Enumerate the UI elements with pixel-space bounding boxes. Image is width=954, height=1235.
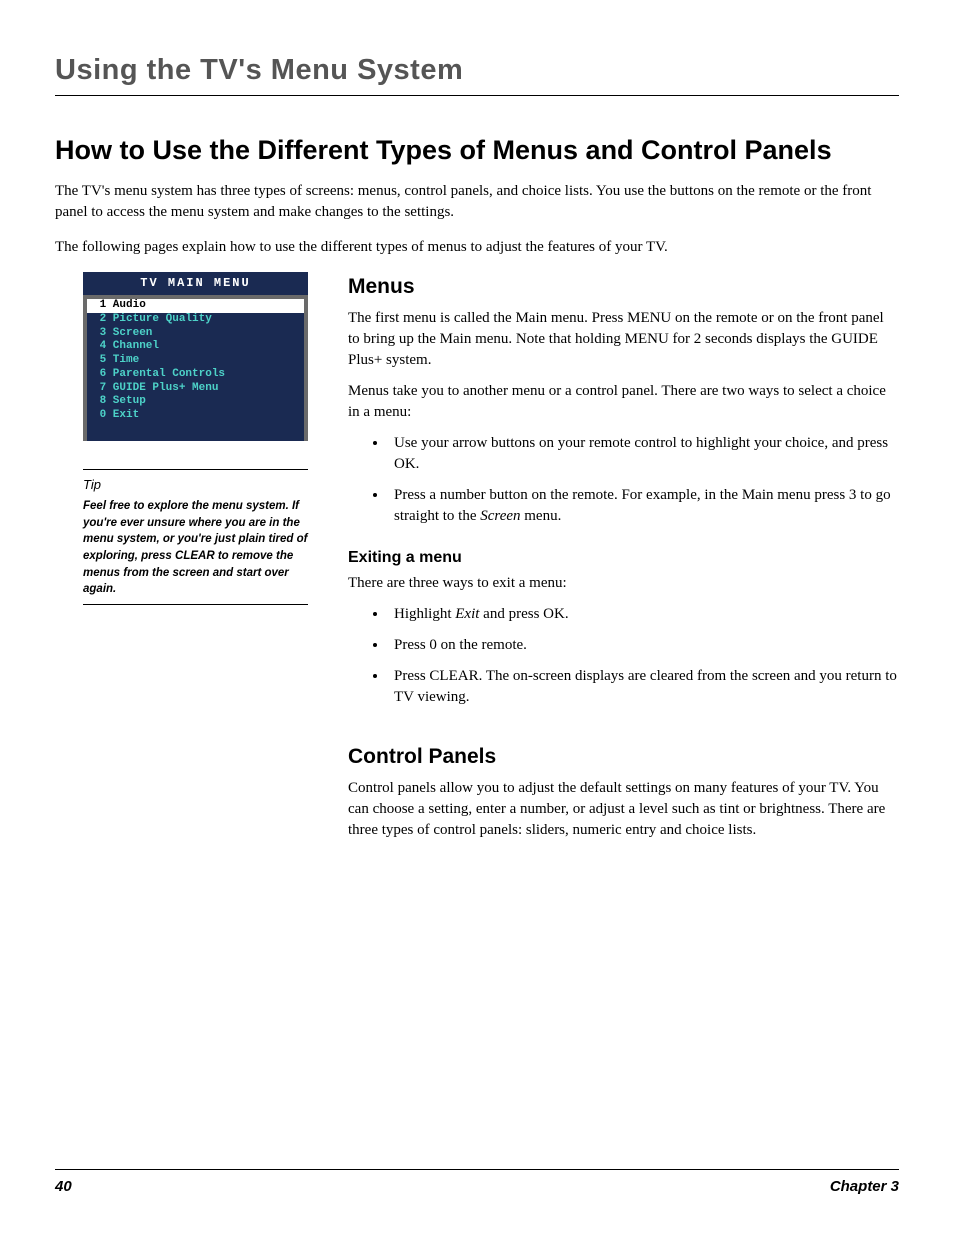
menus-bullet-2: Press a number button on the remote. For… — [388, 485, 899, 527]
em-text: Screen — [480, 508, 520, 524]
menus-bullet-1: Use your arrow buttons on your remote co… — [388, 433, 899, 475]
exiting-bullet-3: Press CLEAR. The on-screen displays are … — [388, 666, 899, 708]
text: and press OK. — [479, 606, 568, 622]
tv-menu-item: 4 Channel — [87, 340, 304, 354]
text: menu. — [521, 508, 562, 524]
text: Press a number button on the remote. For… — [394, 487, 891, 524]
tv-menu-item: 6 Parental Controls — [87, 368, 304, 382]
page-footer: 40 Chapter 3 — [55, 1169, 899, 1197]
horizontal-rule — [55, 95, 899, 96]
chapter-title: Using the TV's Menu System — [55, 50, 899, 91]
tv-menu-item: 2 Picture Quality — [87, 313, 304, 327]
tv-menu-item: 3 Screen — [87, 327, 304, 341]
intro-paragraph-2: The following pages explain how to use t… — [55, 237, 899, 258]
exiting-bullet-list: Highlight Exit and press OK. Press 0 on … — [348, 604, 899, 708]
tv-menu-title: TV MAIN MENU — [83, 272, 308, 295]
intro-paragraph-1: The TV's menu system has three types of … — [55, 181, 899, 223]
control-panels-heading: Control Panels — [348, 742, 899, 771]
exiting-bullet-2: Press 0 on the remote. — [388, 635, 899, 656]
menus-paragraph-2: Menus take you to another menu or a cont… — [348, 381, 899, 423]
tv-menu-item: 8 Setup — [87, 395, 304, 409]
control-panels-paragraph: Control panels allow you to adjust the d… — [348, 778, 899, 841]
tv-menu-body: 1 Audio 2 Picture Quality 3 Screen 4 Cha… — [87, 299, 304, 441]
tip-box: Tip Feel free to explore the menu system… — [83, 469, 308, 605]
text: Highlight — [394, 606, 455, 622]
intro-block: The TV's menu system has three types of … — [55, 181, 899, 258]
exiting-paragraph: There are three ways to exit a menu: — [348, 573, 899, 594]
tv-menu-item: 7 GUIDE Plus+ Menu — [87, 382, 304, 396]
tv-main-menu-figure: TV MAIN MENU 1 Audio 2 Picture Quality 3… — [83, 272, 308, 441]
tip-label: Tip — [83, 476, 308, 494]
page-number: 40 — [55, 1176, 72, 1197]
chapter-label: Chapter 3 — [830, 1176, 899, 1197]
tip-text: Feel free to explore the menu system. If… — [83, 498, 308, 598]
em-text: Exit — [455, 606, 479, 622]
exiting-bullet-1: Highlight Exit and press OK. — [388, 604, 899, 625]
menus-paragraph-1: The first menu is called the Main menu. … — [348, 308, 899, 371]
section-title: How to Use the Different Types of Menus … — [55, 134, 899, 168]
menus-heading: Menus — [348, 272, 899, 301]
exiting-heading: Exiting a menu — [348, 547, 899, 569]
tv-menu-item: 1 Audio — [87, 299, 304, 313]
tv-menu-item: 0 Exit — [87, 409, 304, 423]
menus-bullet-list: Use your arrow buttons on your remote co… — [348, 433, 899, 527]
tv-menu-item: 5 Time — [87, 354, 304, 368]
